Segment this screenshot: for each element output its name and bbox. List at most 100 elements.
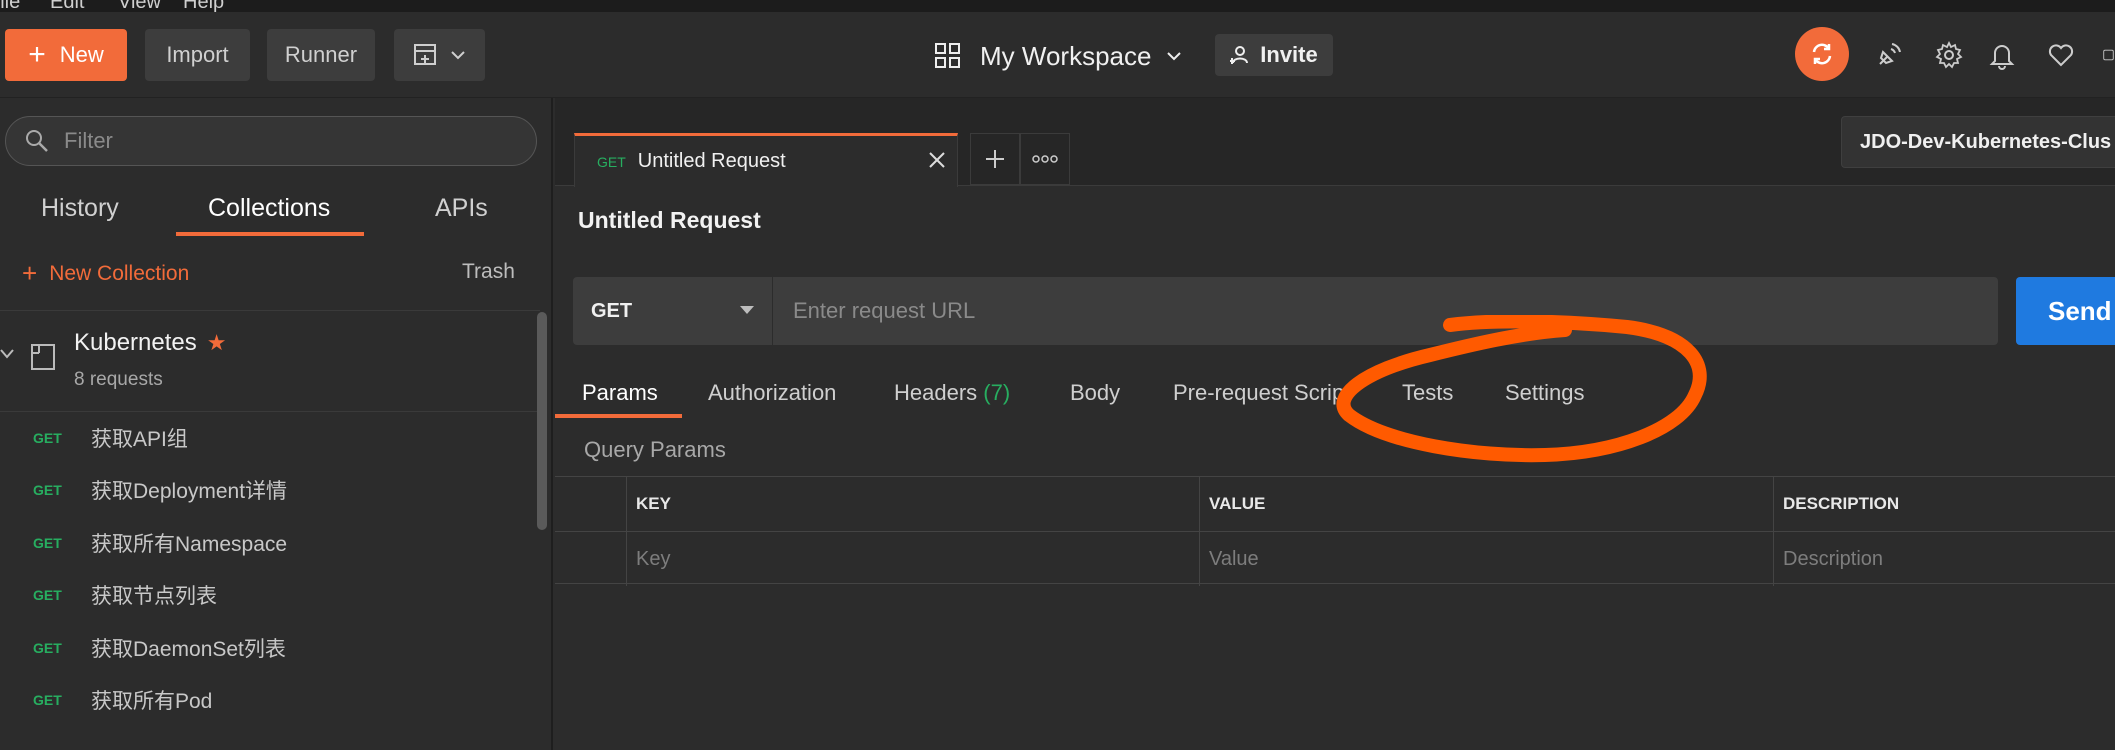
search-icon — [26, 130, 48, 152]
description-placeholder: Description — [1783, 547, 1884, 570]
request-name: 获取DaemonSet列表 — [91, 638, 286, 661]
user-menu-button[interactable] — [2102, 38, 2115, 72]
workspace-switcher[interactable]: My Workspace — [934, 34, 1183, 78]
column-header-description: DESCRIPTION — [1773, 477, 2115, 531]
invite-button[interactable]: Invite — [1215, 34, 1333, 76]
app-header: + New Import Runner My Workspace Invite — [0, 12, 2115, 98]
new-button[interactable]: + New — [5, 29, 127, 81]
method-value: GET — [591, 299, 633, 322]
list-item[interactable]: GET 获取DaemonSet列表 — [0, 622, 540, 674]
request-title[interactable]: Untitled Request — [578, 207, 761, 234]
caret-down-icon — [740, 306, 754, 314]
tab-collections[interactable]: Collections — [208, 194, 330, 223]
menu-file[interactable]: File — [0, 0, 20, 12]
active-tab-indicator — [176, 232, 364, 236]
trash-button[interactable]: Trash — [462, 260, 515, 284]
star-icon[interactable]: ★ — [207, 330, 227, 355]
url-bar: GET — [573, 277, 1998, 345]
plus-icon: + — [22, 258, 38, 288]
query-params-label: Query Params — [584, 437, 726, 462]
list-item[interactable]: GET 获取所有Pod — [0, 674, 540, 726]
request-name: 获取API组 — [91, 428, 188, 451]
active-tab-indicator — [555, 414, 682, 418]
request-name: 获取Deployment详情 — [91, 480, 288, 503]
key-cell[interactable]: Key — [626, 532, 1199, 586]
list-item[interactable]: GET 获取API组 — [0, 412, 540, 464]
add-tab-button[interactable] — [970, 133, 1020, 185]
satellite-icon — [1879, 43, 1901, 65]
filter-box — [5, 116, 537, 166]
menu-view[interactable]: View — [118, 0, 161, 12]
value-cell[interactable]: Value — [1199, 532, 1773, 586]
environment-selector[interactable]: JDO-Dev-Kubernetes-Clus — [1841, 116, 2115, 168]
list-item[interactable]: GET 获取节点列表 — [0, 569, 540, 621]
tab-headers-label: Headers — [894, 380, 978, 405]
params-table: KEY VALUE DESCRIPTION Key Value Descript… — [555, 476, 2115, 586]
annotation-circle — [1336, 315, 1707, 463]
chevron-down-icon — [450, 51, 465, 60]
invite-label: Invite — [1260, 42, 1318, 67]
menu-edit[interactable]: Edit — [50, 0, 84, 12]
tab-untitled-request[interactable]: GET Untitled Request — [574, 133, 958, 187]
value-placeholder: Value — [1209, 547, 1259, 570]
grid-icon — [935, 43, 960, 68]
collection-name: Kubernetes ★ — [74, 329, 227, 357]
method-badge: GET — [33, 692, 62, 708]
tab-pre-request-script[interactable]: Pre-request Script — [1173, 380, 1350, 406]
tab-headers[interactable]: Headers (7) — [894, 380, 1010, 406]
collection-kubernetes[interactable]: Kubernetes ★ 8 requests — [0, 310, 540, 412]
favorites-button[interactable] — [2044, 38, 2078, 72]
new-window-icon — [413, 44, 436, 65]
method-badge: GET — [33, 535, 62, 551]
filter-input[interactable] — [64, 128, 504, 154]
menu-help[interactable]: Help — [183, 0, 224, 12]
tab-apis[interactable]: APIs — [435, 194, 488, 223]
sync-icon — [1812, 43, 1832, 65]
new-collection-label: New Collection — [49, 261, 190, 285]
key-placeholder: Key — [636, 547, 671, 570]
more-icon — [1032, 155, 1058, 163]
interceptor-button[interactable] — [1872, 38, 1906, 72]
chevron-down-icon — [1167, 52, 1182, 61]
folder-icon — [31, 344, 55, 370]
collection-count: 8 requests — [74, 369, 163, 390]
new-collection-button[interactable]: + New Collection — [22, 258, 189, 289]
tab-options-button[interactable] — [1020, 133, 1070, 185]
runner-button[interactable]: Runner — [267, 29, 375, 81]
settings-button[interactable] — [1932, 38, 1966, 72]
method-badge: GET — [33, 430, 62, 446]
method-badge: GET — [33, 640, 62, 656]
plus-icon: + — [28, 38, 46, 71]
sync-button[interactable] — [1795, 27, 1849, 81]
sidebar: History Collections APIs + New Collectio… — [0, 98, 553, 750]
header-description-text: DESCRIPTION — [1783, 494, 1900, 513]
tab-method: GET — [597, 153, 626, 170]
notifications-button[interactable] — [1985, 38, 2019, 72]
import-button[interactable]: Import — [145, 29, 250, 81]
collection-name-text: Kubernetes — [74, 329, 197, 356]
send-button[interactable]: Send — [2016, 277, 2115, 345]
close-icon[interactable] — [925, 148, 949, 172]
header-key-text: KEY — [636, 494, 671, 513]
list-item[interactable]: GET 获取所有Namespace — [0, 517, 540, 569]
workspace-label: My Workspace — [980, 40, 1152, 71]
table-row: Key Value Description — [555, 531, 2115, 586]
sidebar-scrollbar[interactable] — [537, 312, 547, 530]
method-badge: GET — [33, 482, 62, 498]
list-item[interactable]: GET 获取Deployment详情 — [0, 464, 540, 516]
new-window-button[interactable] — [394, 29, 485, 81]
tab-params[interactable]: Params — [582, 380, 658, 406]
headers-count-badge: (7) — [983, 380, 1011, 405]
user-icon — [2103, 49, 2114, 61]
menu-bar: File Edit View Help — [0, 0, 2115, 12]
request-name: 获取节点列表 — [91, 585, 217, 608]
plus-icon — [986, 150, 1004, 168]
request-name: 获取所有Pod — [91, 690, 213, 713]
heart-icon — [2048, 44, 2074, 67]
tab-body[interactable]: Body — [1070, 380, 1120, 406]
tab-authorization[interactable]: Authorization — [708, 380, 836, 406]
tab-history[interactable]: History — [41, 194, 119, 223]
description-cell[interactable]: Description — [1773, 532, 2115, 586]
chevron-down-icon[interactable] — [0, 347, 16, 361]
method-select[interactable]: GET — [573, 277, 773, 345]
